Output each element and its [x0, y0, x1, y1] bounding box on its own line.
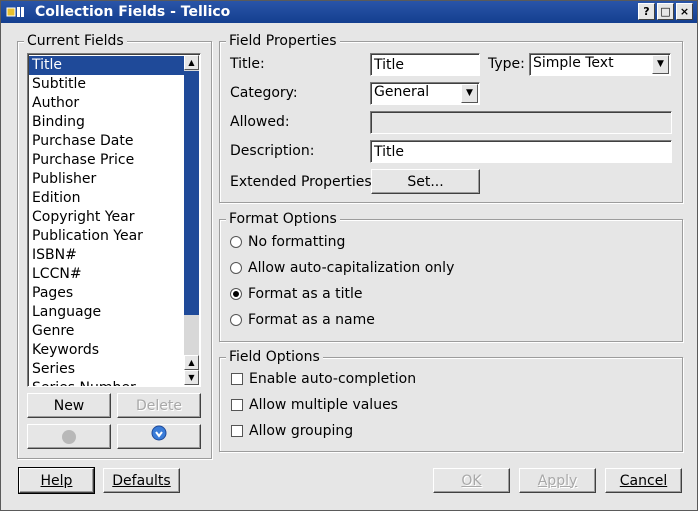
description-label: Description:: [230, 143, 315, 159]
scroll-up-arrow-icon[interactable]: ▲: [184, 55, 199, 70]
type-select-value: Simple Text: [533, 55, 614, 71]
help-button-label: Help: [40, 472, 73, 489]
extended-properties-label: Extended Properties:: [230, 174, 377, 190]
list-item[interactable]: Author: [29, 94, 186, 113]
checkbox-auto-completion[interactable]: Enable auto-completion: [231, 371, 416, 387]
title-input[interactable]: Title: [370, 53, 480, 76]
list-item[interactable]: Copyright Year: [29, 208, 186, 227]
type-label: Type:: [488, 56, 525, 72]
fields-list-scrollbar[interactable]: ▲ ▲ ▼: [184, 55, 199, 385]
list-item[interactable]: Purchase Price: [29, 151, 186, 170]
description-input[interactable]: Title: [370, 140, 672, 163]
chevron-down-icon[interactable]: ▼: [461, 84, 478, 103]
checkbox-label: Allow multiple values: [249, 397, 398, 413]
list-item[interactable]: Series: [29, 360, 186, 379]
format-options-title: Format Options: [226, 210, 340, 228]
checkbox-grouping[interactable]: Allow grouping: [231, 423, 353, 439]
radio-checked-icon[interactable]: [230, 288, 242, 300]
list-item[interactable]: Title: [29, 56, 186, 75]
type-select[interactable]: Simple Text ▼: [529, 53, 671, 76]
help-button[interactable]: Help: [18, 467, 95, 494]
category-select[interactable]: General ▼: [370, 82, 480, 105]
list-item[interactable]: LCCN#: [29, 265, 186, 284]
list-item[interactable]: Purchase Date: [29, 132, 186, 151]
help-title-button[interactable]: ?: [638, 3, 655, 20]
list-item[interactable]: Edition: [29, 189, 186, 208]
radio-format-name[interactable]: Format as a name: [230, 312, 375, 328]
radio-auto-capitalization[interactable]: Allow auto-capitalization only: [230, 260, 454, 276]
radio-no-formatting[interactable]: No formatting: [230, 234, 345, 250]
app-icon[interactable]: [5, 3, 27, 21]
checkbox-label: Enable auto-completion: [249, 371, 417, 387]
maximize-button[interactable]: □: [657, 3, 674, 20]
dialog-window: Collection Fields - Tellico ? □ × Curren…: [0, 0, 698, 511]
move-down-icon: [151, 425, 167, 448]
field-options-title: Field Options: [226, 348, 323, 366]
ok-button[interactable]: OK: [433, 468, 510, 493]
cancel-button[interactable]: Cancel: [605, 468, 682, 493]
list-item[interactable]: Subtitle: [29, 75, 186, 94]
checkbox-icon[interactable]: [231, 425, 243, 437]
radio-label: Allow auto-capitalization only: [248, 260, 455, 276]
list-item[interactable]: Genre: [29, 322, 186, 341]
list-item[interactable]: Publisher: [29, 170, 186, 189]
checkbox-icon[interactable]: [231, 373, 243, 385]
radio-label: No formatting: [248, 234, 346, 250]
current-fields-title: Current Fields: [24, 32, 127, 50]
set-extended-properties-button[interactable]: Set...: [371, 169, 480, 194]
defaults-button-label: Defaults: [112, 472, 171, 489]
title-bar[interactable]: Collection Fields - Tellico ? □ ×: [1, 1, 697, 23]
category-label: Category:: [230, 85, 298, 101]
radio-icon[interactable]: [230, 262, 242, 274]
list-item[interactable]: Publication Year: [29, 227, 186, 246]
move-up-button[interactable]: [27, 424, 111, 449]
defaults-button[interactable]: Defaults: [103, 468, 180, 493]
list-item[interactable]: Pages: [29, 284, 186, 303]
move-down-button[interactable]: [117, 424, 201, 449]
chevron-down-icon[interactable]: ▼: [652, 55, 669, 74]
radio-icon[interactable]: [230, 314, 242, 326]
radio-icon[interactable]: [230, 236, 242, 248]
delete-field-button[interactable]: Delete: [117, 393, 201, 418]
ok-button-label: OK: [461, 472, 482, 489]
radio-label: Format as a name: [248, 312, 375, 328]
allowed-label: Allowed:: [230, 114, 290, 130]
list-item[interactable]: Keywords: [29, 341, 186, 360]
fields-list[interactable]: Title Subtitle Author Binding Purchase Date P…: [27, 53, 201, 387]
move-up-icon: [62, 429, 76, 444]
close-button[interactable]: ×: [676, 3, 693, 20]
field-properties-title: Field Properties: [226, 32, 340, 50]
checkbox-multiple-values[interactable]: Allow multiple values: [231, 397, 398, 413]
checkbox-label: Allow grouping: [249, 423, 354, 439]
apply-button-label: Apply: [537, 472, 578, 489]
category-select-value: General: [374, 84, 430, 100]
new-field-button[interactable]: New: [27, 393, 111, 418]
list-item[interactable]: Language: [29, 303, 186, 322]
window-title: Collection Fields - Tellico: [35, 4, 231, 20]
cancel-button-label: Cancel: [619, 472, 668, 489]
apply-button[interactable]: Apply: [519, 468, 596, 493]
list-item[interactable]: ISBN#: [29, 246, 186, 265]
scroll-down-arrow-icon[interactable]: ▼: [184, 370, 199, 385]
list-item[interactable]: Series Number: [29, 379, 186, 386]
scroll-down-arrow-icon[interactable]: ▲: [184, 355, 199, 370]
checkbox-icon[interactable]: [231, 399, 243, 411]
list-item[interactable]: Binding: [29, 113, 186, 132]
radio-format-title[interactable]: Format as a title: [230, 286, 363, 302]
radio-label: Format as a title: [248, 286, 363, 302]
scroll-thumb[interactable]: [184, 71, 199, 315]
allowed-input[interactable]: [370, 111, 672, 134]
title-label: Title:: [230, 56, 265, 72]
